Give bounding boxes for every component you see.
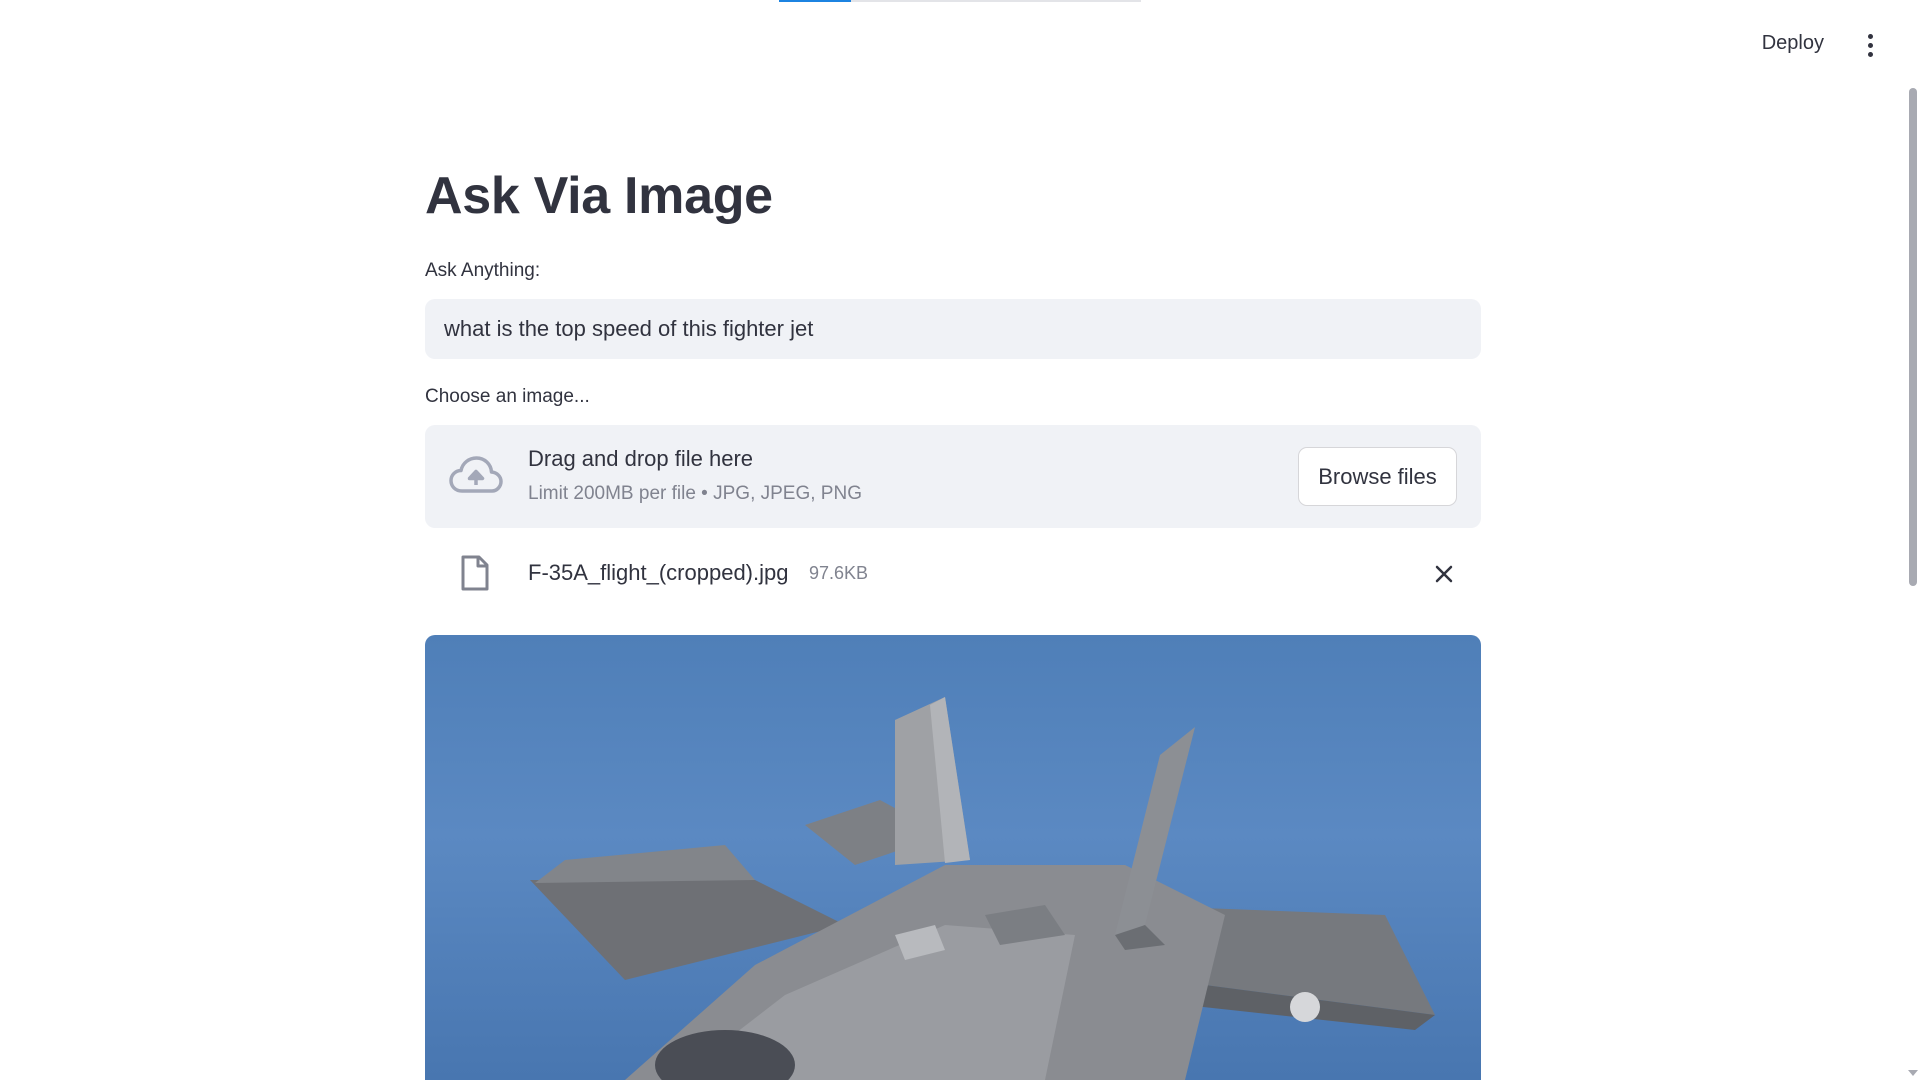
fighter-jet-image: [530, 697, 1435, 1080]
dropzone-subtitle: Limit 200MB per file • JPG, JPEG, PNG: [528, 483, 862, 504]
file-dropzone[interactable]: Drag and drop file here Limit 200MB per …: [425, 425, 1481, 528]
page-title: Ask Via Image: [425, 167, 773, 225]
dropzone-title: Drag and drop file here: [528, 446, 754, 471]
kebab-dot: [1867, 51, 1873, 57]
kebab-dot: [1867, 33, 1873, 39]
vertical-scrollbar[interactable]: [1909, 88, 1917, 586]
uploaded-image-preview: [425, 635, 1481, 1080]
cloud-upload-icon: [449, 456, 503, 493]
close-icon[interactable]: [1432, 562, 1456, 586]
file-icon: [461, 555, 489, 591]
browse-files-button[interactable]: Browse files: [1298, 447, 1457, 506]
deploy-button[interactable]: Deploy: [1752, 28, 1834, 59]
uploaded-file-row: F-35A_flight_(cropped).jpg 97.6KB: [425, 550, 1481, 600]
question-label: Ask Anything:: [425, 260, 541, 281]
uploader-label: Choose an image...: [425, 386, 590, 407]
question-input[interactable]: [425, 299, 1481, 359]
kebab-menu-icon[interactable]: [1860, 30, 1880, 60]
uploaded-file-name: F-35A_flight_(cropped).jpg: [528, 560, 789, 585]
uploaded-file-size: 97.6KB: [809, 563, 869, 583]
scroll-down-arrow-icon[interactable]: [1908, 1070, 1918, 1076]
main-content: Ask Via Image Ask Anything: Choose an im…: [425, 0, 1481, 1080]
kebab-dot: [1867, 42, 1873, 48]
